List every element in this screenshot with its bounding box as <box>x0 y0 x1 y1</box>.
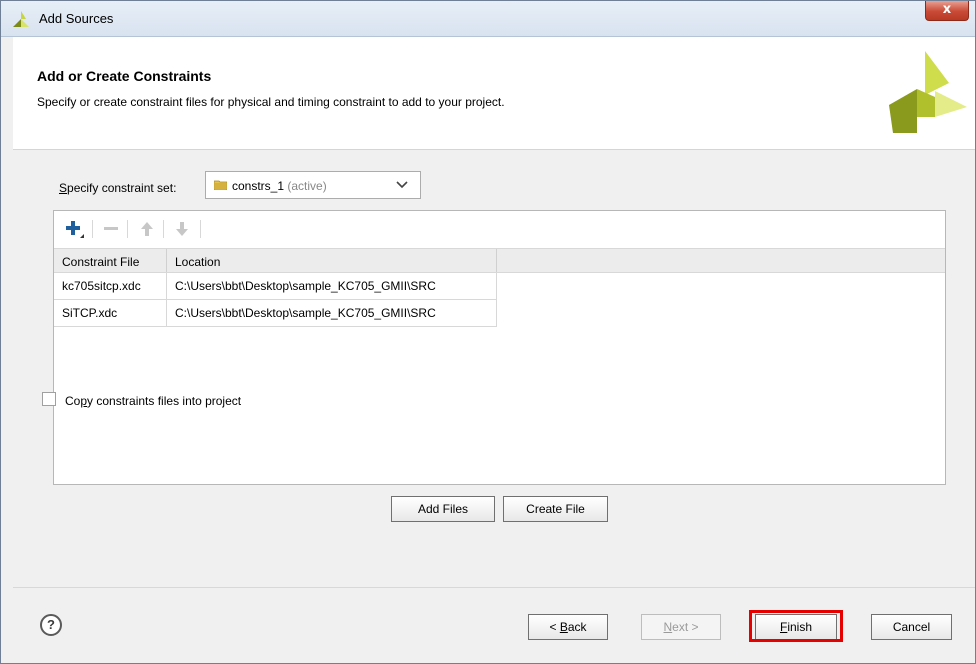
move-down-icon[interactable] <box>171 217 193 241</box>
constraint-set-status: (active) <box>287 179 327 193</box>
row-location: C:\Users\bbt\Desktop\sample_KC705_GMII\S… <box>175 279 436 293</box>
row-file: kc705sitcp.xdc <box>62 279 141 293</box>
row-location: C:\Users\bbt\Desktop\sample_KC705_GMII\S… <box>175 306 436 320</box>
chevron-down-icon <box>396 181 408 189</box>
table-row[interactable]: SiTCP.xdc C:\Users\bbt\Desktop\sample_KC… <box>54 300 497 327</box>
vivado-logo-icon <box>889 51 967 133</box>
help-icon[interactable]: ? <box>40 614 62 636</box>
next-button[interactable]: Next > <box>641 614 721 640</box>
folder-icon <box>214 180 227 190</box>
copy-constraints-checkbox[interactable] <box>42 392 56 406</box>
constraint-set-label: Specify constraint set: <box>59 181 177 195</box>
close-button[interactable]: x <box>925 1 969 21</box>
constraint-set-dropdown[interactable]: constrs_1 (active) <box>205 171 421 199</box>
cancel-button[interactable]: Cancel <box>871 614 952 640</box>
add-files-button[interactable]: Add Files <box>391 496 495 522</box>
copy-constraints-label[interactable]: Copy constraints files into project <box>65 394 241 408</box>
page-subtitle: Specify or create constraint files for p… <box>37 95 505 109</box>
wizard-header: Add or Create Constraints Specify or cre… <box>13 37 975 150</box>
table-row[interactable]: kc705sitcp.xdc C:\Users\bbt\Desktop\samp… <box>54 273 497 300</box>
add-icon[interactable] <box>63 217 85 241</box>
title-bar[interactable]: Add Sources x <box>1 1 975 37</box>
finish-highlight-box <box>749 610 843 642</box>
column-header-constraint-file[interactable]: Constraint File <box>62 255 139 269</box>
move-up-icon[interactable] <box>136 217 158 241</box>
vivado-logo-icon <box>13 11 29 27</box>
column-header-location[interactable]: Location <box>175 255 220 269</box>
remove-icon[interactable] <box>100 217 122 241</box>
create-file-button[interactable]: Create File <box>503 496 608 522</box>
add-sources-dialog: Add Sources x Add or Create Constraints … <box>0 0 976 664</box>
file-toolbar <box>54 211 945 248</box>
constraint-set-value: constrs_1 <box>232 179 285 193</box>
wizard-content: Specify constraint set: constrs_1 (activ… <box>13 150 975 587</box>
table-header: Constraint File Location <box>54 248 945 273</box>
page-title: Add or Create Constraints <box>37 68 212 84</box>
constraint-files-panel: Constraint File Location kc705sitcp.xdc … <box>53 210 946 485</box>
back-button[interactable]: < Back <box>528 614 608 640</box>
row-file: SiTCP.xdc <box>62 306 118 320</box>
window-title: Add Sources <box>39 11 114 26</box>
